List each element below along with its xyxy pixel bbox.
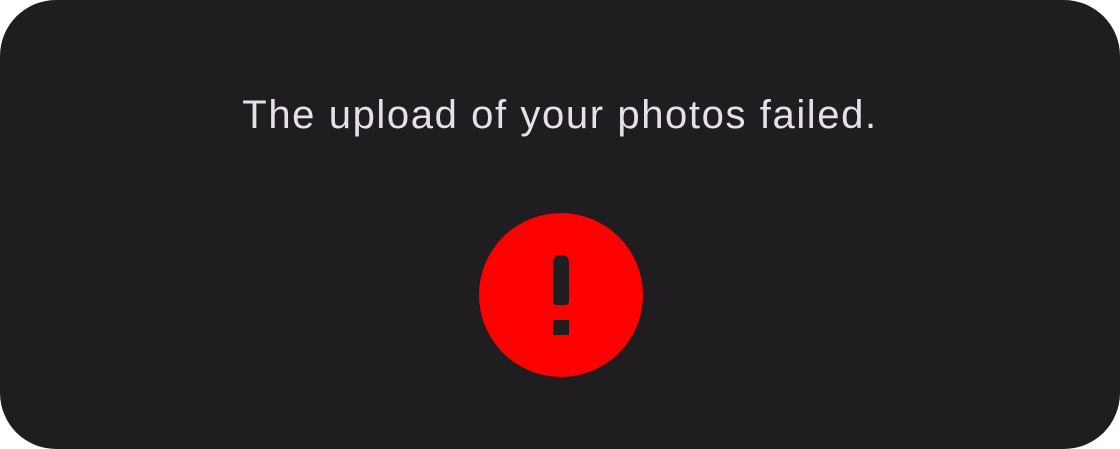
error-alert-icon: [479, 213, 643, 377]
upload-failed-dialog: The upload of your photos failed.: [0, 0, 1120, 449]
error-message: The upload of your photos failed.: [242, 93, 878, 137]
